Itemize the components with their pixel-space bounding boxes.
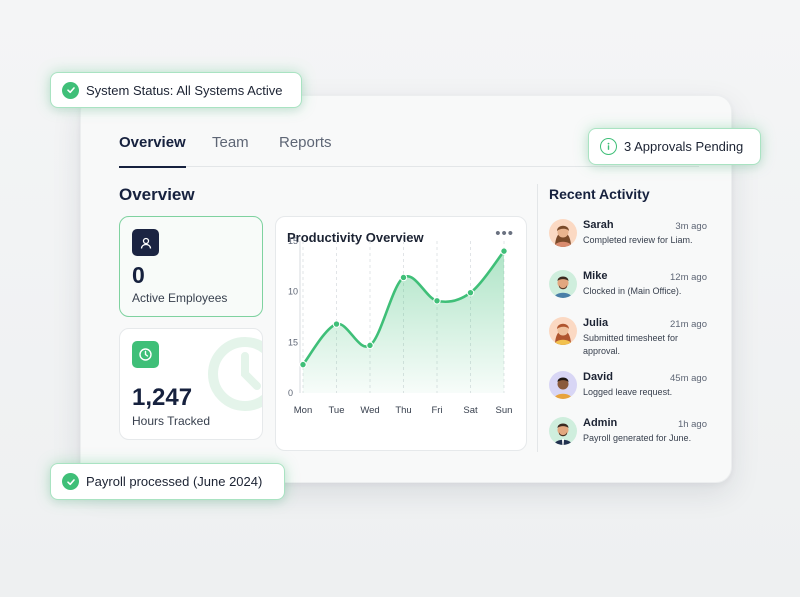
activity-message: Logged leave request.	[583, 387, 673, 397]
x-tick-label: Sat	[463, 405, 478, 416]
activity-name: David	[583, 371, 613, 383]
x-tick-label: Fri	[431, 405, 442, 416]
active-employees-value: 0	[132, 262, 145, 288]
y-tick-label: 15	[288, 236, 298, 246]
avatar-admin	[549, 417, 577, 445]
tab-team[interactable]: Team	[212, 134, 249, 167]
active-employees-card[interactable]: 0 Active Employees	[119, 216, 263, 317]
activity-item-julia[interactable]: Julia 21m ago Submitted timesheet for ap…	[549, 317, 719, 357]
payroll-processed-text: Payroll processed (June 2024)	[86, 474, 263, 489]
y-tick-label: 15	[288, 337, 298, 347]
activity-time: 12m ago	[670, 272, 707, 283]
info-icon	[600, 138, 617, 155]
tab-reports[interactable]: Reports	[279, 134, 332, 167]
active-employees-label: Active Employees	[132, 291, 228, 305]
system-status-text: System Status: All Systems Active	[86, 82, 283, 98]
activity-time: 21m ago	[670, 319, 707, 330]
data-point-tue[interactable]	[332, 320, 341, 328]
approvals-pending-badge[interactable]: 3 Approvals Pending	[588, 128, 761, 165]
approvals-pending-text: 3 Approvals Pending	[624, 139, 744, 154]
x-tick-label: Sun	[496, 405, 513, 416]
hours-tracked-label: Hours Tracked	[132, 414, 211, 428]
section-title: Overview	[119, 185, 195, 204]
system-status-badge: System Status: All Systems Active	[50, 72, 302, 108]
clock-icon	[132, 341, 159, 368]
activity-time: 45m ago	[670, 373, 707, 384]
data-point-fri[interactable]	[433, 297, 441, 305]
activity-item-mike[interactable]: Mike 12m ago Clocked in (Main Office).	[549, 270, 719, 310]
data-point-sat[interactable]	[466, 288, 475, 297]
check-circle-icon	[62, 473, 79, 490]
check-circle-icon	[62, 81, 79, 99]
hours-tracked-card[interactable]: 1,247 Hours Tracked	[119, 328, 263, 440]
x-tick-label: Tue	[328, 405, 344, 416]
avatar-david	[549, 371, 577, 399]
clock-watermark-icon	[208, 337, 262, 411]
activity-name: Sarah	[583, 219, 614, 231]
recent-activity-title: Recent Activity	[549, 186, 650, 202]
avatar-julia	[549, 317, 577, 345]
avatar-mike	[549, 270, 577, 298]
user-icon	[132, 229, 159, 256]
y-tick-label: 0	[288, 388, 293, 398]
activity-message: Completed review for Liam.	[583, 235, 693, 245]
data-point-mon[interactable]	[299, 360, 307, 369]
activity-message: Submitted timesheet for approval.	[583, 333, 679, 356]
activity-name: Julia	[583, 317, 609, 329]
productivity-chart-card: Productivity Overview ••• 15 10 15 0 Mon Tue…	[275, 216, 527, 451]
data-point-thu[interactable]	[399, 273, 408, 282]
activity-time: 1h ago	[677, 419, 707, 430]
x-tick-label: Mon	[294, 405, 312, 416]
payroll-processed-badge: Payroll processed (June 2024)	[50, 463, 285, 500]
productivity-chart: 15 10 15 0 Mon Tue Wed Thu Fri Sat Sun	[288, 236, 513, 416]
activity-message: Clocked in (Main Office).	[583, 286, 682, 296]
data-point-sun[interactable]	[500, 247, 508, 255]
activity-item-admin[interactable]: Admin 1h ago Payroll generated for June.	[549, 417, 719, 457]
activity-name: Mike	[583, 270, 608, 282]
x-tick-label: Thu	[395, 405, 411, 416]
activity-name: Admin	[583, 417, 618, 429]
y-tick-label: 10	[288, 287, 298, 297]
activity-time: 3m ago	[675, 221, 707, 232]
tab-overview[interactable]: Overview	[119, 134, 186, 168]
hours-tracked-value: 1,247	[132, 384, 193, 411]
x-tick-label: Wed	[360, 405, 379, 416]
activity-message: Payroll generated for June.	[583, 433, 692, 443]
activity-item-sarah[interactable]: Sarah 3m ago Completed review for Liam.	[549, 219, 719, 259]
data-point-wed[interactable]	[366, 341, 374, 350]
divider	[537, 184, 538, 452]
avatar-sarah	[549, 219, 577, 247]
activity-item-david[interactable]: David 45m ago Logged leave request.	[549, 371, 719, 411]
